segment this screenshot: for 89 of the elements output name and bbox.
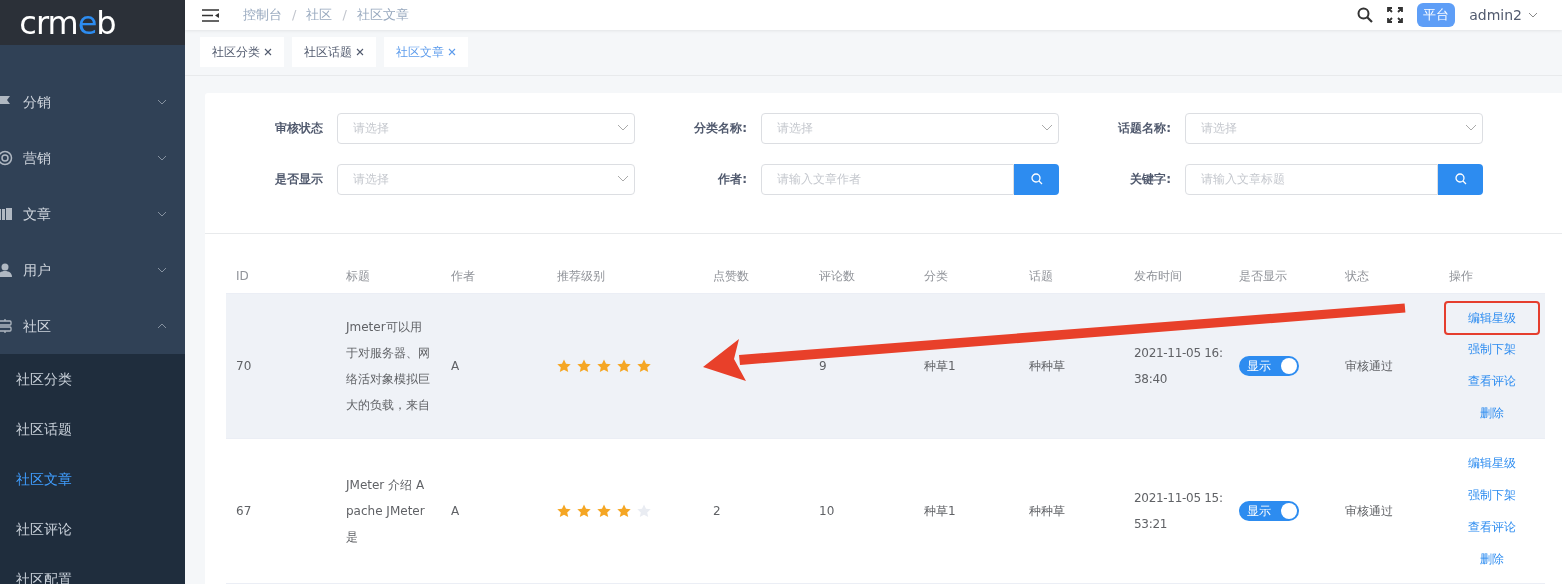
table-cell: 67 [236, 504, 252, 518]
filter-label: 分类名称: [693, 120, 747, 137]
table-cell-text: 2021-11-05 16:38:40 [1134, 345, 1224, 388]
filter-label: 作者: [717, 171, 747, 188]
filter-label: 话题名称: [1117, 120, 1171, 137]
caret-icon [1528, 12, 1538, 19]
table-cell-text: 2021-11-05 15:53:21 [1134, 490, 1224, 533]
search-button[interactable] [1014, 163, 1059, 195]
logo: crmeb [0, 0, 185, 45]
table-cell: A [451, 504, 460, 518]
lifebuoy-icon [0, 150, 13, 166]
sidebar-subitem[interactable]: 社区文章 [0, 454, 185, 504]
action-link[interactable]: 强制下架 [1466, 339, 1518, 359]
star-icon [557, 359, 571, 373]
star-icon [597, 504, 611, 518]
column-header: 状态 [1335, 258, 1439, 294]
user-icon [0, 262, 13, 278]
menu-icon[interactable] [202, 8, 219, 22]
table-cell: 种草1 [924, 359, 956, 373]
star-icon [617, 359, 631, 373]
sidebar-item[interactable]: 分销 [0, 74, 185, 130]
table-cell: 种种草 [1029, 359, 1065, 373]
tab[interactable]: 社区分类 [200, 37, 284, 68]
action-link[interactable]: 查看评论 [1466, 517, 1518, 537]
breadcrumb-item[interactable]: 控制台 [243, 5, 282, 25]
table-cell: 9 [819, 359, 827, 373]
table-cell: 70 [236, 359, 252, 373]
star-icon [577, 359, 591, 373]
column-header: 发布时间 [1124, 258, 1229, 294]
sidebar-item[interactable]: 文章 [0, 186, 185, 242]
books-icon [0, 206, 13, 222]
column-header: ID [226, 258, 336, 294]
table-cell: 审核通过 [1345, 504, 1393, 518]
close-icon[interactable] [448, 48, 456, 57]
column-header: 作者 [441, 258, 547, 294]
sidebar-subitem[interactable]: 社区分类 [0, 354, 185, 404]
star-icon [637, 359, 651, 373]
action-link[interactable]: 删除 [1478, 549, 1506, 569]
column-header: 操作 [1439, 258, 1545, 294]
close-icon[interactable] [264, 48, 272, 57]
sidebar-subitem[interactable]: 社区评论 [0, 504, 185, 554]
column-header: 点赞数 [703, 258, 809, 294]
column-header: 标题 [336, 258, 441, 294]
search-icon [1454, 173, 1467, 185]
sidebar-item[interactable]: 社区 [0, 298, 185, 354]
action-link[interactable]: 查看评论 [1466, 371, 1518, 391]
star-icon [577, 504, 591, 518]
table-cell-text: Jmeter可以用于对服务器、网络活对象模拟巨大的负载，来自 [346, 319, 431, 414]
column-header: 推荐级别 [547, 258, 703, 294]
user-menu[interactable]: admin2 [1469, 4, 1538, 26]
search-icon [1030, 173, 1043, 185]
column-header: 话题 [1019, 258, 1124, 294]
star-icon [597, 359, 611, 373]
table-cell: 种草1 [924, 504, 956, 518]
column-header: 分类 [914, 258, 1019, 294]
toggle-switch[interactable]: 显示 [1239, 356, 1299, 376]
column-header: 评论数 [809, 258, 914, 294]
platform-badge: 平台 [1417, 3, 1456, 27]
star-icon [617, 504, 631, 518]
signpost-icon [0, 318, 13, 334]
breadcrumb-item[interactable]: 社区 [306, 5, 333, 25]
filter-label: 关键字: [1129, 171, 1171, 188]
sidebar-subitem[interactable]: 社区话题 [0, 404, 185, 454]
table-cell: 种种草 [1029, 504, 1065, 518]
table-cell: A [451, 359, 460, 373]
table-cell-text: JMeter 介绍 Apache JMeter是 [346, 477, 426, 546]
filter-label: 审核状态 [274, 120, 323, 137]
search-button[interactable] [1438, 163, 1483, 195]
breadcrumb-separator: / [292, 6, 297, 25]
search-icon[interactable] [1357, 7, 1374, 24]
table-cell: 10 [819, 504, 835, 518]
action-link[interactable]: 删除 [1478, 403, 1506, 423]
close-icon[interactable] [356, 48, 364, 57]
column-header: 是否显示 [1229, 258, 1335, 294]
filter-label: 是否显示 [274, 171, 323, 188]
sidebar-item[interactable]: 营销 [0, 130, 185, 186]
star-icon [557, 504, 571, 518]
tab[interactable]: 社区文章 [384, 37, 468, 68]
action-link[interactable]: 编辑星级 [1466, 453, 1518, 473]
sidebar-item[interactable]: 用户 [0, 242, 185, 298]
action-link[interactable]: 编辑星级 [1444, 301, 1540, 335]
table-cell: 2 [713, 504, 721, 518]
toggle-switch[interactable]: 显示 [1239, 501, 1299, 521]
tab[interactable]: 社区话题 [292, 37, 376, 68]
breadcrumb-item: 社区文章 [356, 6, 409, 25]
action-link[interactable]: 强制下架 [1466, 485, 1518, 505]
breadcrumb-separator: / [342, 6, 347, 25]
table-cell: 审核通过 [1345, 359, 1393, 373]
fullscreen-icon[interactable] [1387, 7, 1404, 24]
